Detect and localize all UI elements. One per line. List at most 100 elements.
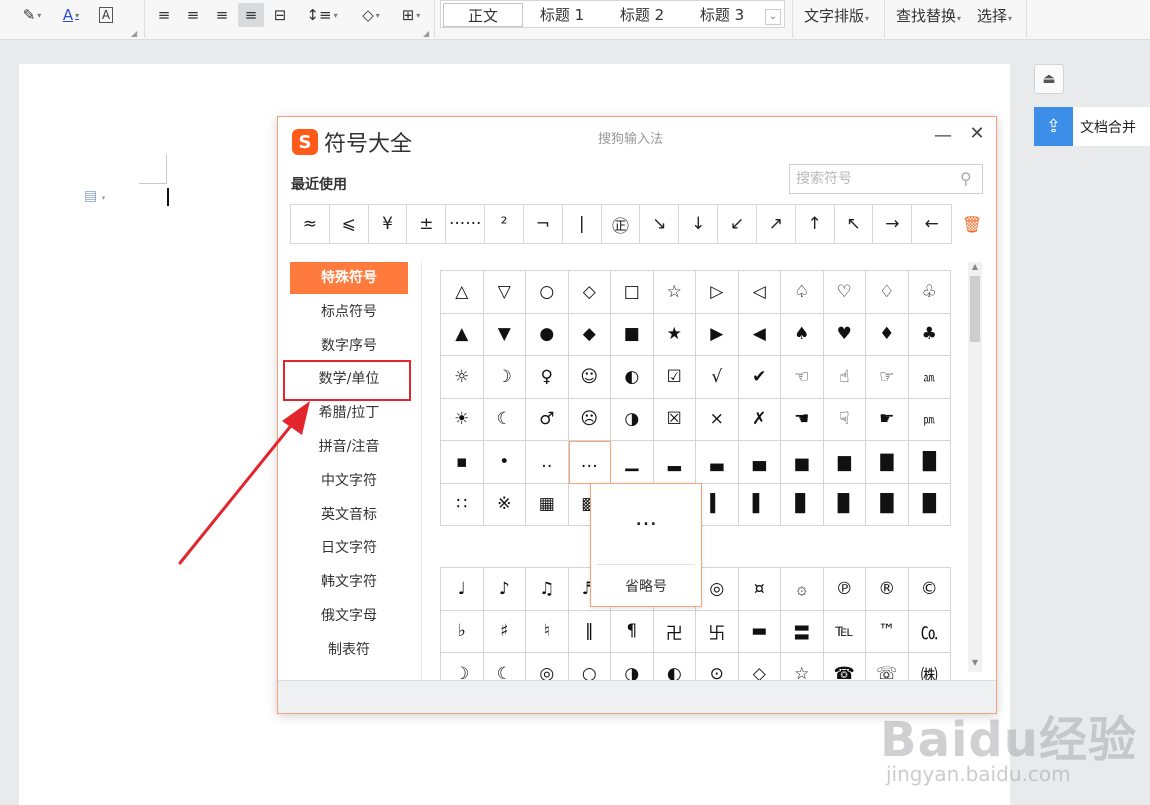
symbol-cell[interactable]: ※ xyxy=(483,483,526,526)
symbol-cell[interactable]: ☜ xyxy=(781,356,824,399)
symbol-cell[interactable]: ▦ xyxy=(526,483,569,526)
symbol-cell[interactable]: ▄ xyxy=(738,441,781,484)
recent-symbol[interactable]: ↑ xyxy=(796,205,835,243)
symbol-cell[interactable]: ◑ xyxy=(611,653,654,680)
recent-symbol[interactable]: ↙ xyxy=(718,205,757,243)
symbol-cell[interactable]: ☞ xyxy=(866,356,909,399)
symbol-cell[interactable]: ♫ xyxy=(526,568,569,611)
symbol-cell[interactable]: ▁ xyxy=(611,441,654,484)
paragraph-options-button[interactable]: ▤ ▾ xyxy=(84,188,105,204)
symbol-cell[interactable]: ☹ xyxy=(568,398,611,441)
symbol-cell[interactable]: ☟ xyxy=(823,398,866,441)
symbol-cell[interactable]: ▌ xyxy=(738,483,781,526)
trash-icon[interactable]: 🗑 xyxy=(962,215,982,234)
symbol-cell[interactable]: ▂ xyxy=(653,441,696,484)
recent-symbol[interactable]: ↗ xyxy=(757,205,796,243)
select-button[interactable]: 选择▾ xyxy=(977,5,1012,26)
recent-symbol[interactable]: ← xyxy=(912,205,951,243)
symbol-cell[interactable]: ◆ xyxy=(568,313,611,356)
symbol-cell[interactable]: ㏘ xyxy=(908,398,951,441)
style-heading-1[interactable]: 标题 1 xyxy=(527,3,597,27)
symbol-cell[interactable]: ☼ xyxy=(441,356,484,399)
recent-symbol[interactable]: → xyxy=(873,205,913,243)
justify-button[interactable]: ≡ xyxy=(238,3,264,27)
symbol-cell[interactable]: ◁ xyxy=(738,271,781,314)
symbol-cell[interactable]: ▬ xyxy=(738,610,781,653)
symbol-cell[interactable]: ▆ xyxy=(823,441,866,484)
align-left-button[interactable]: ≡ xyxy=(152,3,176,27)
symbol-cell[interactable]: ▇ xyxy=(866,441,909,484)
minimize-button[interactable]: — xyxy=(932,125,954,147)
symbol-cell[interactable]: ▅ xyxy=(781,441,824,484)
recent-symbol[interactable]: ↘ xyxy=(640,205,680,243)
symbol-cell[interactable]: ◐ xyxy=(654,653,696,680)
symbol-cell[interactable]: ¤ xyxy=(738,568,781,611)
recent-symbol[interactable]: ± xyxy=(407,205,447,243)
symbol-cell[interactable]: ㈱ xyxy=(909,653,951,680)
symbol-cell[interactable]: 卍 xyxy=(653,610,696,653)
shading-button[interactable]: ◇ ▾ xyxy=(354,3,388,27)
symbol-cell[interactable]: ™ xyxy=(866,610,909,653)
scrollbar[interactable]: ▲ ▼ xyxy=(968,262,982,672)
symbol-cell[interactable]: ■ xyxy=(611,313,654,356)
font-color-button[interactable]: A ▾ xyxy=(55,3,87,27)
symbol-cell[interactable]: ☾ xyxy=(483,398,526,441)
symbol-cell[interactable]: • xyxy=(483,441,526,484)
category-special[interactable]: 特殊符号 xyxy=(290,262,408,294)
style-heading-2[interactable]: 标题 2 xyxy=(607,3,677,27)
symbol-cell[interactable]: 卐 xyxy=(696,610,739,653)
symbol-cell[interactable]: ☽ xyxy=(441,653,484,680)
symbol-cell[interactable]: ℗ xyxy=(823,568,866,611)
symbol-cell[interactable]: ♦ xyxy=(866,313,909,356)
align-center-button[interactable]: ≡ xyxy=(181,3,205,27)
symbol-cell[interactable]: ♮ xyxy=(526,610,569,653)
recent-symbol[interactable]: ↖ xyxy=(835,205,874,243)
symbol-cell[interactable]: ◎ xyxy=(696,568,739,611)
symbol-cell[interactable]: ‖ xyxy=(568,610,611,653)
category-punctuation[interactable]: 标点符号 xyxy=(290,296,408,330)
symbol-cell[interactable]: △ xyxy=(441,271,484,314)
symbol-cell[interactable]: × xyxy=(696,398,739,441)
category-russian[interactable]: 俄文字母 xyxy=(290,600,408,634)
scroll-down-icon[interactable]: ▼ xyxy=(968,658,982,670)
symbol-cell[interactable]: □ xyxy=(611,271,654,314)
symbol-cell[interactable]: ♠ xyxy=(781,313,824,356)
symbol-cell[interactable]: ▃ xyxy=(696,441,739,484)
symbol-cell[interactable]: ㏇ xyxy=(908,610,951,653)
search-input[interactable] xyxy=(796,169,956,189)
symbol-cell[interactable]: ▼ xyxy=(483,313,526,356)
font-group-launcher-icon[interactable]: ◢ xyxy=(131,29,137,38)
text-layout-button[interactable]: 文字排版▾ xyxy=(804,5,869,26)
align-right-button[interactable]: ≡ xyxy=(210,3,234,27)
symbol-cell[interactable]: … xyxy=(568,441,611,484)
recent-symbol[interactable]: ······ xyxy=(446,205,486,243)
symbol-cell[interactable]: ☑ xyxy=(653,356,696,399)
symbol-cell[interactable]: ♤ xyxy=(781,271,824,314)
styles-more-button[interactable]: ⌄ xyxy=(765,9,781,25)
symbol-cell[interactable]: ‥ xyxy=(526,441,569,484)
symbol-cell[interactable]: ▷ xyxy=(696,271,739,314)
symbol-cell[interactable]: ▽ xyxy=(483,271,526,314)
category-numbers[interactable]: 数字序号 xyxy=(290,330,408,364)
symbol-cell[interactable]: ◐ xyxy=(611,356,654,399)
symbol-cell[interactable]: ♧ xyxy=(908,271,951,314)
symbol-cell[interactable]: ☆ xyxy=(781,653,824,680)
symbol-cell[interactable]: ♭ xyxy=(441,610,484,653)
recent-symbol[interactable]: | xyxy=(563,205,602,243)
character-border-button[interactable]: A xyxy=(94,3,118,27)
symbol-cell[interactable]: ☎ xyxy=(824,653,866,680)
symbol-cell[interactable]: ☺ xyxy=(568,356,611,399)
symbol-cell[interactable]: ▍ xyxy=(696,483,739,526)
document-merge-button[interactable]: ⇪ 文档合并 xyxy=(1034,107,1150,146)
symbol-cell[interactable]: ◇ xyxy=(568,271,611,314)
symbol-cell[interactable]: ♣ xyxy=(908,313,951,356)
symbol-cell[interactable]: ☾ xyxy=(484,653,526,680)
line-spacing-button[interactable]: ↕≡ ▾ xyxy=(304,3,340,27)
style-normal[interactable]: 正文 xyxy=(443,3,523,27)
symbol-cell[interactable]: ☒ xyxy=(653,398,696,441)
symbol-cell[interactable]: ♪ xyxy=(483,568,526,611)
symbol-cell[interactable]: ¶ xyxy=(611,610,654,653)
symbol-cell[interactable]: ® xyxy=(866,568,909,611)
recent-symbol[interactable]: ¥ xyxy=(369,205,408,243)
symbol-cell[interactable]: ▉ xyxy=(823,483,866,526)
